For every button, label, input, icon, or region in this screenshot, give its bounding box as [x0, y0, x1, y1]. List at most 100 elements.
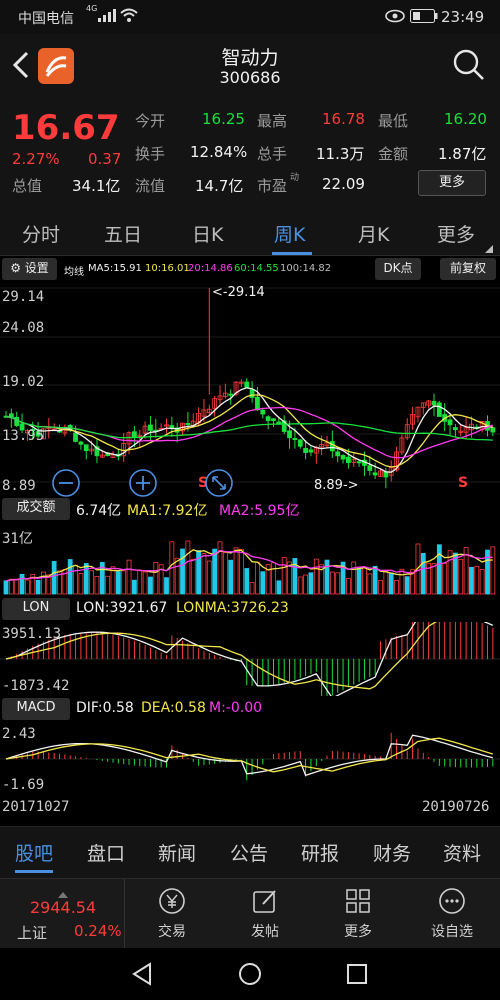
- search-icon[interactable]: [452, 48, 486, 86]
- ellipsis-circle-icon: [439, 888, 465, 914]
- index-value: 2944.54: [30, 898, 97, 917]
- nav-back-icon[interactable]: [130, 962, 154, 990]
- post-label: 发帖: [251, 924, 279, 940]
- settings-button[interactable]: ⚙ 设置: [2, 258, 57, 280]
- high-label: 最高: [257, 112, 288, 130]
- volume-bar: [345, 578, 351, 595]
- active-tab-indicator: [272, 252, 312, 255]
- candle-body: [367, 465, 373, 471]
- candlestick-chart[interactable]: [0, 282, 500, 492]
- candle-body: [436, 402, 442, 417]
- adjust-mode-button[interactable]: 前复权: [440, 258, 496, 280]
- tab-five-day[interactable]: 五日: [104, 220, 142, 247]
- tab-daily-k[interactable]: 日K: [192, 220, 223, 247]
- tab-research[interactable]: 研报: [301, 839, 339, 866]
- candle-body: [345, 456, 351, 463]
- current-price: 16.67: [12, 108, 120, 148]
- battery-icon: [410, 9, 438, 27]
- tab-intraday[interactable]: 分时: [22, 220, 60, 247]
- eye-icon: [385, 9, 405, 27]
- volume-bar: [222, 552, 228, 595]
- status-bar: 中国电信 4G 23:49: [0, 0, 500, 34]
- tab-announcements[interactable]: 公告: [230, 839, 268, 866]
- volume-ma1: MA1:7.92亿: [127, 503, 208, 519]
- y-label-3: 19.02: [2, 374, 45, 390]
- candle-body: [335, 451, 341, 457]
- candle-body: [356, 461, 362, 464]
- system-navigation: [0, 948, 500, 1000]
- index-ticker[interactable]: 2944.54 上证 0.24%: [0, 879, 125, 949]
- candle-body: [228, 393, 234, 396]
- candle-body: [452, 427, 458, 431]
- volume-bar: [271, 562, 276, 595]
- volume-chart[interactable]: [0, 522, 500, 596]
- candle-body: [185, 422, 191, 425]
- stock-code: 300686: [219, 68, 281, 87]
- candle-body: [255, 396, 260, 411]
- volume-bar: [148, 576, 153, 595]
- candle-body: [265, 416, 271, 422]
- expand-icon[interactable]: [204, 468, 234, 502]
- watchlist-button[interactable]: 设自选: [412, 887, 492, 941]
- lon-indicator-button[interactable]: LON: [2, 598, 70, 620]
- volume-bar: [458, 558, 464, 595]
- tab-forum[interactable]: 股吧: [15, 839, 53, 866]
- volume-label: 总手: [257, 145, 288, 163]
- open-value: 16.25: [202, 110, 245, 128]
- volume-bar: [185, 540, 191, 595]
- volume-bar: [362, 567, 367, 595]
- ma5-value: MA5:15.91: [88, 263, 142, 274]
- tab-monthly-k[interactable]: 月K: [358, 220, 389, 247]
- candle-body: [14, 416, 20, 426]
- ma-title: 均线: [64, 267, 84, 278]
- volume-bar: [94, 575, 100, 595]
- post-button[interactable]: 发帖: [225, 887, 305, 941]
- candle-body: [276, 421, 282, 424]
- tab-profile[interactable]: 资料: [443, 839, 481, 866]
- lon-value: LON:3921.67: [76, 600, 168, 616]
- volume-bar: [367, 573, 373, 595]
- volume-bar: [35, 579, 41, 595]
- volume-bar: [378, 580, 383, 595]
- volume-bar: [78, 573, 84, 595]
- volume-bar: [121, 570, 127, 595]
- trade-label: 交易: [158, 924, 186, 940]
- volume-indicator-button[interactable]: 成交额: [2, 498, 70, 520]
- more-button[interactable]: 更多: [318, 887, 398, 941]
- volume-bar: [190, 558, 196, 595]
- tab-financials[interactable]: 财务: [373, 839, 411, 866]
- candle-body: [447, 419, 453, 426]
- macd-indicator-button[interactable]: MACD: [2, 698, 70, 720]
- volume-bar: [41, 571, 46, 595]
- volume-bar: [255, 561, 260, 595]
- nav-recents-icon[interactable]: [345, 962, 369, 990]
- zoom-in-icon[interactable]: [128, 468, 158, 502]
- volume-bar: [89, 570, 94, 595]
- quote-panel: 16.67 2.27% 0.37 总值 34.1亿 今开 16.25 最高 16…: [0, 100, 500, 208]
- candle-body: [292, 438, 298, 441]
- edit-icon: [253, 890, 276, 913]
- bottom-toolbar: 2944.54 上证 0.24% 交易 发帖 更多 设自选: [0, 878, 500, 949]
- open-label: 今开: [135, 112, 166, 130]
- volume-bar: [73, 564, 78, 595]
- stock-name: 智动力: [221, 47, 279, 69]
- nav-home-icon[interactable]: [238, 962, 262, 990]
- candle-body: [131, 431, 137, 438]
- tab-orderbook[interactable]: 盘口: [87, 839, 125, 866]
- tab-news[interactable]: 新闻: [158, 839, 196, 866]
- zoom-out-icon[interactable]: [51, 468, 81, 502]
- trade-button[interactable]: 交易: [132, 887, 212, 941]
- dk-points-button[interactable]: DK点: [375, 258, 421, 280]
- macd-m: M:-0.00: [209, 700, 263, 716]
- tab-weekly-k[interactable]: 周K: [274, 220, 305, 247]
- volume-bar: [351, 561, 357, 595]
- candle-body: [372, 472, 378, 476]
- volume-bar: [479, 569, 485, 595]
- volume-ma2: MA2:5.95亿: [219, 503, 300, 519]
- tab-more[interactable]: 更多: [437, 220, 475, 247]
- volume-bar: [131, 579, 137, 595]
- more-quote-button[interactable]: 更多: [418, 170, 486, 196]
- candle-body: [287, 430, 292, 439]
- lon-chart[interactable]: [0, 622, 500, 696]
- macd-chart[interactable]: [0, 722, 500, 796]
